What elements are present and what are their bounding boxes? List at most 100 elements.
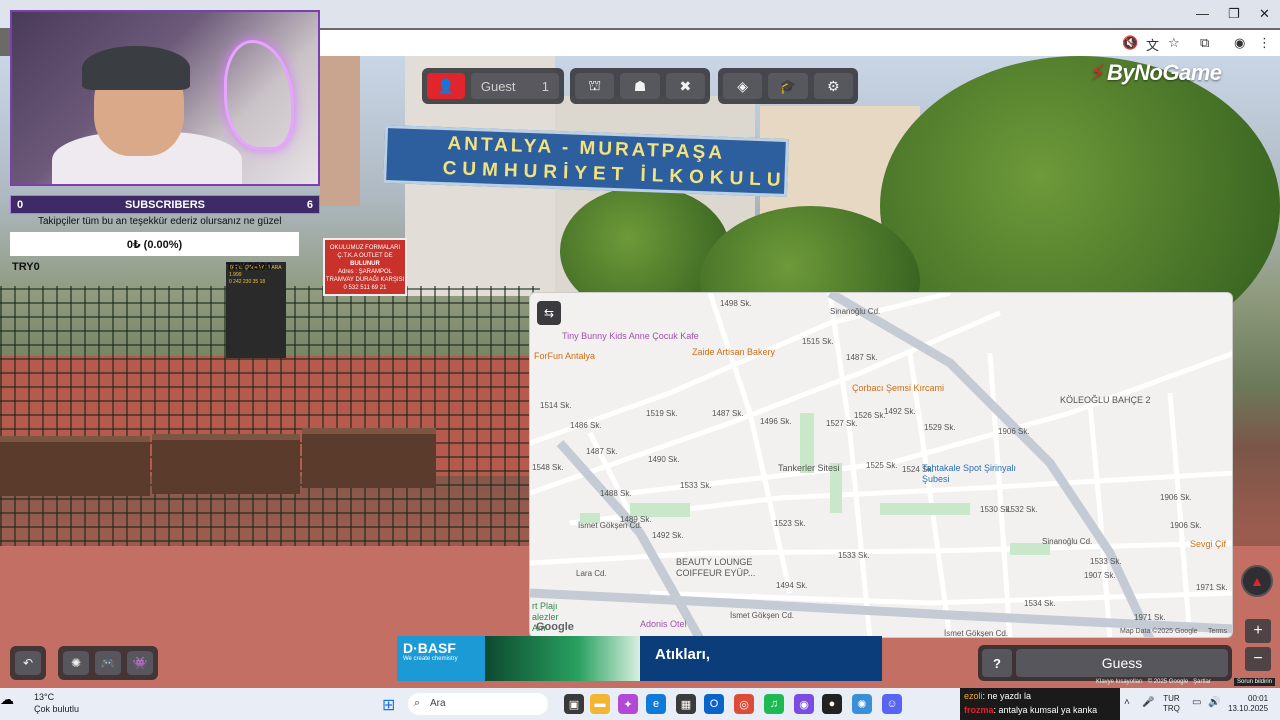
basf-ad-banner[interactable]: D·BASF We create chemistry Atıkları, [397,636,882,681]
return-to-start-button[interactable]: ↶ [15,651,41,675]
ad-image [485,636,640,681]
chrome-icon[interactable]: ◎ [734,694,754,714]
reddit-button[interactable]: 👾 [127,651,153,675]
discord-taskbar-icon[interactable]: ☺ [882,694,902,714]
shuffle-button[interactable]: ✖ [665,73,705,99]
street-label: 1529 Sk. [924,423,956,432]
discord-button[interactable]: 🎮 [95,651,121,675]
weather-widget[interactable]: 13°C Çok bulutlu [14,692,79,715]
bynogame-logo: ⚡ByNoGame [1090,60,1222,86]
media-icon[interactable]: ● [822,694,842,714]
chat-text: : antalya kumsal ya kanka [993,704,1098,715]
poi-tankerler[interactable]: Tankerler Sitesi [778,463,840,473]
street-label: 1533 Sk. [680,481,712,490]
donation-max: TRY2500 [226,261,273,273]
task-view-icon[interactable]: ▣ [564,694,584,714]
zoom-in-button[interactable]: + [1245,619,1271,643]
terms-link[interactable]: Şartlar [1193,679,1211,685]
bug-icon: ✺ [70,656,82,670]
extensions-icon[interactable]: ⧉ [1200,35,1209,51]
poi-sevgi[interactable]: Sevgi Çif [1190,539,1226,549]
street-label: Lara Cd. [576,569,607,578]
weather-icon: ☁ [0,691,14,707]
guess-button[interactable]: Guess [1016,649,1228,677]
input-language[interactable]: TUR TRQ [1163,694,1180,715]
poi-bakery[interactable]: Zaide Artisan Bakery [692,347,775,357]
guess-map[interactable]: ⇆ 1498 Sk. Sinanoğlu Cd. 1515 Sk. 1487 S… [529,292,1233,638]
poi-forfun[interactable]: ForFun Antalya [534,351,595,361]
pole-sign: TATİL İÇİN KAYITLARA 1.999 0 242 230 35 … [226,262,286,358]
translate-icon[interactable]: 文 [1146,35,1159,54]
guess-help-button[interactable]: ? [982,649,1012,677]
search-placeholder: Ara [430,698,446,709]
zoom-out-button[interactable]: − [1245,647,1271,671]
learn-button[interactable]: 🎓 [768,73,808,99]
edge-icon[interactable]: e [646,694,666,714]
ad-headline: Atıkları, [655,646,711,663]
poi-corbaci[interactable]: Çorbacı Şemsi Kırcami [852,383,944,393]
poi-adonis[interactable]: Adonis Otel [640,619,687,629]
neon-sign [224,40,294,150]
spotify-icon[interactable]: ♫ [764,694,784,714]
flag-button[interactable]: ⛫ [575,73,615,99]
weather-temp: 13°C [34,692,55,702]
poi-koleoglu[interactable]: KÖLEOĞLU BAHÇE 2 [1060,395,1151,405]
weather-desc: Çok bulutlu [34,703,80,714]
microphone-icon[interactable]: 🎤 [1142,697,1154,708]
address-bar[interactable]: 🔇 文 ☆ ⧉ ◉ ⋮ [320,30,1280,56]
street-label: 1514 Sk. [540,401,572,410]
close-window-button[interactable]: ✕ [1259,6,1270,22]
windows-start-icon[interactable]: ⊞ [382,695,395,715]
outlook-icon[interactable]: O [704,694,724,714]
profile-icon[interactable]: ◉ [1234,35,1245,51]
map-terms-link[interactable]: Terms [1208,628,1227,635]
mute-icon[interactable]: 🔇 [1122,35,1138,51]
chat-message: frozma: antalya kumsal ya kanka [964,704,1116,718]
brand-name: ByNoGame [1106,60,1222,85]
street-label: 1534 Sk. [1024,599,1056,608]
bench [302,428,436,488]
display-icon[interactable]: ▭ [1192,697,1201,708]
compass-button[interactable]: ▲ [1241,565,1273,597]
street-label: 1498 Sk. [720,299,752,308]
restore-button[interactable]: ❐ [1228,6,1240,22]
street-label: 1525 Sk. [866,461,898,470]
store-icon[interactable]: ▦ [676,694,696,714]
browser-menu-icon[interactable]: ⋮ [1258,35,1271,51]
poi-beauty-lounge[interactable]: BEAUTY LOUNGE COIFFEUR EYÜP... [676,557,786,579]
chevron-up-icon[interactable]: ˄ [1124,697,1130,708]
add-user-button[interactable]: 👤 [427,73,465,99]
street-label: Sinanoğlu Cd. [1042,537,1093,546]
search-icon: ⌕ [414,697,421,709]
map-size-toggle[interactable]: ⇆ [537,301,561,325]
flag-icon: ⛫ [588,76,602,93]
street-label: 1906 Sk. [1170,521,1202,530]
minimize-button[interactable]: — [1196,6,1209,21]
poi-tahtakale[interactable]: Tahtakale Spot Şirinyalı Şubesi [922,463,1032,485]
street-label: 1486 Sk. [570,421,602,430]
discord-icon: 🎮 [100,656,116,670]
bookmark-star-icon[interactable]: ☆ [1168,35,1180,51]
report-problem-link[interactable]: Sorun bildirin [1234,678,1276,686]
streetview-credits: Klavye kısayolları © 2025 Google Şartlar [1096,679,1211,685]
store-sign-line6: 0 532 511 69 21 [343,285,387,292]
volume-icon[interactable]: 🔊 [1208,697,1220,708]
system-clock[interactable]: 00:01 13.10.2025 [1228,694,1268,715]
street-label: 1532 Sk. [1006,505,1038,514]
incognito-button[interactable]: ☗ [620,73,660,99]
keyboard-shortcuts-link[interactable]: Klavye kısayolları [1096,679,1143,685]
guest-indicator[interactable]: Guest 1 [470,73,559,99]
layers-button[interactable]: ◈ [723,73,763,99]
copilot-icon[interactable]: ✦ [618,694,638,714]
street-label: 1548 Sk. [532,463,564,472]
obs-icon[interactable]: ◉ [794,694,814,714]
settings-button[interactable]: ⚙ [813,73,853,99]
taskbar-search[interactable]: ⌕ Ara [408,693,548,715]
poi-kids-cafe[interactable]: Tiny Bunny Kids Anne Çocuk Kafe [562,331,699,341]
network-app-icon[interactable]: ✺ [852,694,872,714]
guest-label: Guest [480,78,516,94]
bench [152,434,300,494]
street-label: 1490 Sk. [648,455,680,464]
report-bug-button[interactable]: ✺ [63,651,89,675]
file-explorer-icon[interactable]: ▬ [590,694,610,714]
